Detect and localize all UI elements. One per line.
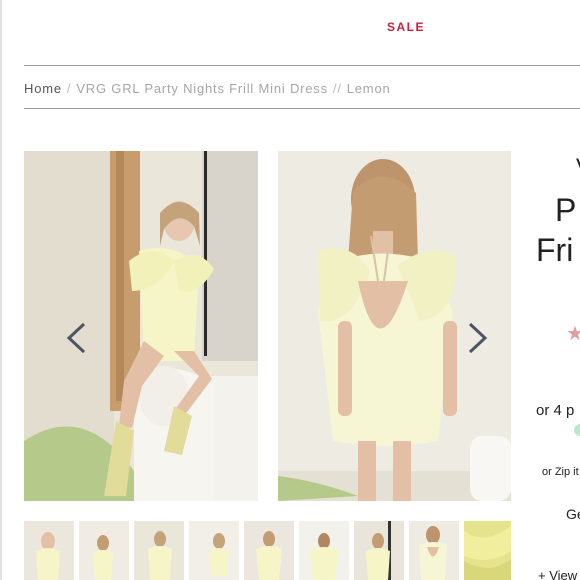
gallery-next-button[interactable]: [466, 321, 490, 355]
thumbnail-image: [299, 521, 349, 580]
thumbnail[interactable]: [299, 521, 349, 580]
thumbnail[interactable]: [244, 521, 294, 580]
thumbnail-image: [79, 521, 129, 580]
product-title-line: P: [555, 192, 577, 228]
breadcrumb-home-link[interactable]: Home: [24, 81, 62, 96]
thumbnail[interactable]: [24, 521, 74, 580]
thumbnail[interactable]: [79, 521, 129, 580]
breadcrumb-separator: /: [66, 81, 72, 96]
breadcrumb-product-link[interactable]: VRG GRL Party Nights Frill Mini Dress: [76, 81, 328, 96]
chevron-left-icon: [66, 322, 86, 354]
installments-text: or 4 p: [536, 402, 575, 419]
gallery-prev-button[interactable]: [64, 321, 88, 355]
thumbnail-image: [24, 521, 74, 580]
zip-payment-text: or Zip it: [542, 466, 579, 478]
product-photo-seated: [24, 151, 258, 501]
nav-sale-link[interactable]: SALE: [387, 20, 425, 34]
thumbnail-image: [354, 521, 404, 580]
product-image-seated[interactable]: [24, 151, 258, 501]
breadcrumb: Home / VRG GRL Party Nights Frill Mini Dre…: [24, 81, 391, 96]
size-guide-text: Ge: [566, 506, 580, 522]
breadcrumb-variant: Lemon: [346, 81, 391, 96]
view-more-link[interactable]: + View: [538, 568, 577, 580]
afterpay-badge-icon: [574, 424, 580, 436]
thumbnail[interactable]: [464, 521, 511, 580]
page-left-border: [0, 0, 2, 580]
thumbnail[interactable]: [409, 521, 459, 580]
thumbnail[interactable]: [189, 521, 239, 580]
thumbnail[interactable]: [354, 521, 404, 580]
star-icon[interactable]: ★: [566, 321, 580, 346]
thumbnail-image: [189, 521, 239, 580]
divider-top: [24, 65, 580, 66]
thumbnail-image: [464, 521, 511, 580]
product-info-panel: V P Fri ★ or 4 p or Zip it Ge + View: [528, 140, 580, 580]
thumbnail-image: [409, 521, 459, 580]
breadcrumb-separator: //: [332, 81, 342, 96]
chevron-right-icon: [468, 322, 488, 354]
product-brand: V: [576, 154, 580, 180]
product-title-line: Fri: [536, 232, 574, 268]
thumbnail-image: [244, 521, 294, 580]
thumbnail-image: [134, 521, 184, 580]
thumbnail[interactable]: [134, 521, 184, 580]
top-navigation: SALE: [0, 0, 580, 60]
divider-bottom: [24, 108, 580, 109]
